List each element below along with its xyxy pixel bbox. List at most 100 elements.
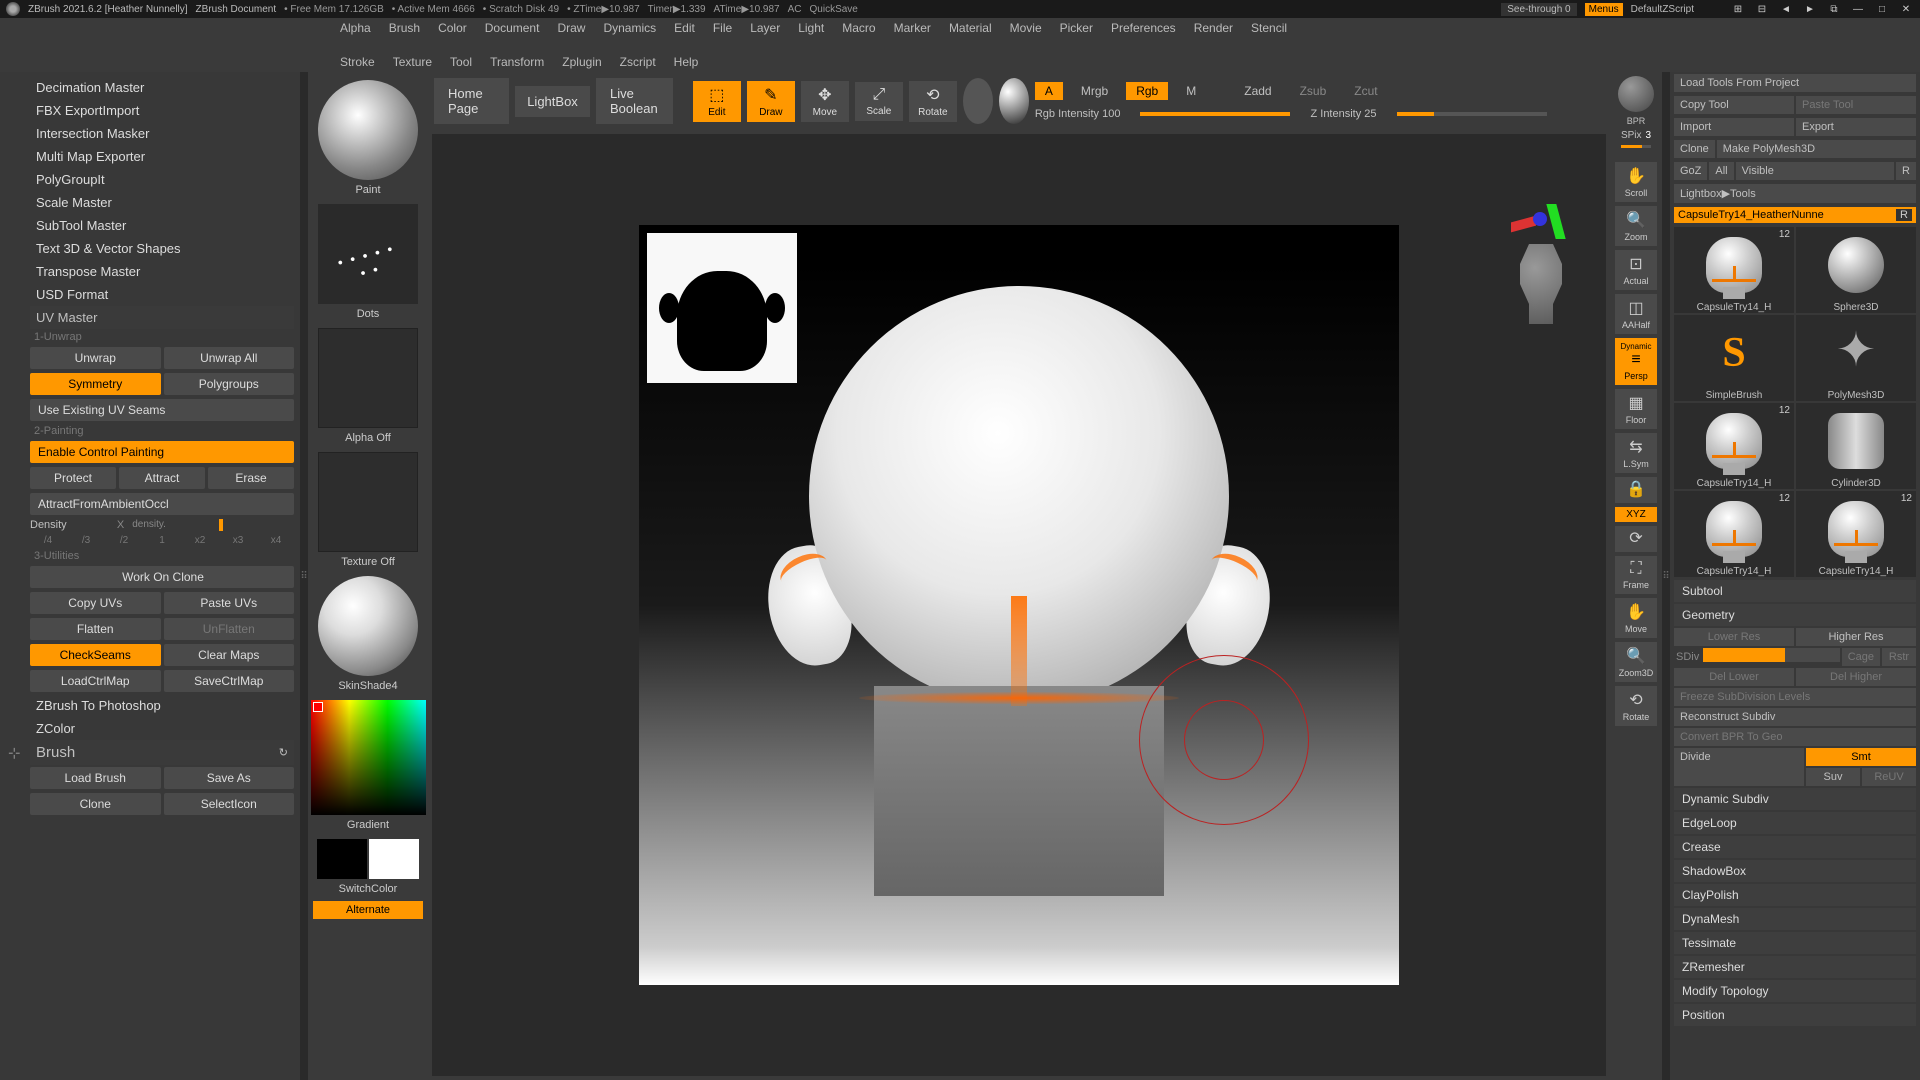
paste-uvs[interactable]: Paste UVs xyxy=(164,592,295,614)
tool-item[interactable]: 12CapsuleTry14_H xyxy=(1796,491,1916,577)
aahalf-button[interactable]: ◫AAHalf xyxy=(1615,294,1657,334)
menu-texture[interactable]: Texture xyxy=(393,55,432,69)
floor-button[interactable]: ▦Floor xyxy=(1615,389,1657,429)
claypolish-section[interactable]: ClayPolish xyxy=(1674,884,1916,906)
color-picker[interactable] xyxy=(311,700,426,815)
unflatten-button[interactable]: UnFlatten xyxy=(164,618,295,640)
load-tools-button[interactable]: Load Tools From Project xyxy=(1674,74,1916,92)
scroll-button[interactable]: ✋Scroll xyxy=(1615,162,1657,202)
navigation-widget[interactable] xyxy=(1496,204,1586,334)
camera-head-icon[interactable] xyxy=(1511,244,1571,324)
layout2-icon[interactable]: ⊟ xyxy=(1754,2,1770,16)
use-existing-seams[interactable]: Use Existing UV Seams xyxy=(30,399,294,421)
home-page-button[interactable]: Home Page xyxy=(434,78,509,124)
density-d2[interactable]: /2 xyxy=(106,533,142,548)
suv-button[interactable]: Suv xyxy=(1806,768,1860,786)
layout-icon[interactable]: ⊞ xyxy=(1730,2,1746,16)
nextlayout-icon[interactable]: ► xyxy=(1802,2,1818,16)
stroke-preview[interactable] xyxy=(318,204,418,304)
reconstruct-subdiv-button[interactable]: Reconstruct Subdiv xyxy=(1674,708,1916,726)
tool-item[interactable]: 12CapsuleTry14_H xyxy=(1674,227,1794,313)
right-resize-handle[interactable] xyxy=(1662,72,1670,1080)
goz-r-button[interactable]: R xyxy=(1896,162,1916,180)
tool-item[interactable]: SimpleBrush xyxy=(1674,315,1794,401)
xyz-button[interactable]: XYZ xyxy=(1615,507,1657,522)
zcolor-plugin[interactable]: ZColor xyxy=(30,717,294,740)
polygroups-button[interactable]: Polygroups xyxy=(164,373,295,395)
enable-control-painting[interactable]: Enable Control Painting xyxy=(30,441,294,463)
secondary-color[interactable] xyxy=(317,839,367,879)
menu-render[interactable]: Render xyxy=(1194,21,1233,35)
menu-help[interactable]: Help xyxy=(674,55,699,69)
clone-brush[interactable]: Clone xyxy=(30,793,161,815)
paste-tool-button[interactable]: Paste Tool xyxy=(1796,96,1916,114)
save-as-brush[interactable]: Save As xyxy=(164,767,295,789)
density-d4[interactable]: /4 xyxy=(30,533,66,548)
plugin-multimap[interactable]: Multi Map Exporter xyxy=(30,145,294,168)
sculptris-button[interactable] xyxy=(999,78,1029,124)
z-intensity-slider[interactable] xyxy=(1397,112,1547,116)
dynamic-subdiv-section[interactable]: Dynamic Subdiv xyxy=(1674,788,1916,810)
zoom3d-button[interactable]: 🔍Zoom3D xyxy=(1615,642,1657,682)
zsub-button[interactable]: Zsub xyxy=(1290,82,1337,100)
menu-picker[interactable]: Picker xyxy=(1060,21,1093,35)
switchcolor-button[interactable]: SwitchColor xyxy=(339,883,398,895)
zremesher-section[interactable]: ZRemesher xyxy=(1674,956,1916,978)
persp-button[interactable]: Dynamic≡Persp xyxy=(1615,338,1657,385)
menu-brush[interactable]: Brush xyxy=(389,21,420,35)
rgb-button[interactable]: Rgb xyxy=(1126,82,1168,100)
rstr-button[interactable]: Rstr xyxy=(1882,648,1916,666)
freeze-subdiv-button[interactable]: Freeze SubDivision Levels xyxy=(1674,688,1916,706)
prevlayout-icon[interactable]: ◄ xyxy=(1778,2,1794,16)
plugin-intersection[interactable]: Intersection Masker xyxy=(30,122,294,145)
copy-tool-button[interactable]: Copy Tool xyxy=(1674,96,1794,114)
quicksave-button[interactable]: QuickSave xyxy=(810,4,858,15)
edgeloop-section[interactable]: EdgeLoop xyxy=(1674,812,1916,834)
rgb-intensity-slider[interactable] xyxy=(1140,112,1290,116)
minimize-icon[interactable]: — xyxy=(1850,2,1866,16)
move3d-button[interactable]: ✋Move xyxy=(1615,598,1657,638)
menu-dynamics[interactable]: Dynamics xyxy=(603,21,656,35)
menu-preferences[interactable]: Preferences xyxy=(1111,21,1176,35)
zadd-button[interactable]: Zadd xyxy=(1234,82,1281,100)
make-polymesh3d-button[interactable]: Make PolyMesh3D xyxy=(1717,140,1916,158)
select-icon[interactable]: SelectIcon xyxy=(164,793,295,815)
menu-draw[interactable]: Draw xyxy=(557,21,585,35)
scale-mode-button[interactable]: ⤢Scale xyxy=(855,82,903,121)
clearmaps-button[interactable]: Clear Maps xyxy=(164,644,295,666)
zbrush-to-photoshop[interactable]: ZBrush To Photoshop xyxy=(30,694,294,717)
lightbox-tools-button[interactable]: Lightbox▶Tools xyxy=(1674,184,1916,203)
frame-button[interactable]: ⛶Frame xyxy=(1615,556,1657,594)
canvas[interactable] xyxy=(639,225,1399,985)
export-button[interactable]: Export xyxy=(1796,118,1916,136)
menu-zplugin[interactable]: Zplugin xyxy=(562,55,601,69)
geometry-section[interactable]: Geometry xyxy=(1674,604,1916,626)
density-x4[interactable]: x4 xyxy=(258,533,294,548)
brush-panel-header[interactable]: ⊹ Brush ↻ xyxy=(30,740,294,765)
move-mode-button[interactable]: ✥Move xyxy=(801,81,849,122)
alternate-button[interactable]: Alternate xyxy=(313,901,423,919)
menu-file[interactable]: File xyxy=(713,21,732,35)
plugin-scalemaster[interactable]: Scale Master xyxy=(30,191,294,214)
expand-icon[interactable]: ⊹ xyxy=(8,744,21,762)
goz-button[interactable]: GoZ xyxy=(1674,162,1707,180)
actual-button[interactable]: ⊡Actual xyxy=(1615,250,1657,290)
copy-uvs[interactable]: Copy UVs xyxy=(30,592,161,614)
tool-item[interactable]: 12CapsuleTry14_H xyxy=(1674,403,1794,489)
close-icon[interactable]: ✕ xyxy=(1898,2,1914,16)
menu-edit[interactable]: Edit xyxy=(674,21,695,35)
texture-slot[interactable] xyxy=(318,452,418,552)
plugin-polygroupit[interactable]: PolyGroupIt xyxy=(30,168,294,191)
zoom-button[interactable]: 🔍Zoom xyxy=(1615,206,1657,246)
gradient-label[interactable]: Gradient xyxy=(347,819,389,831)
alpha-slot[interactable] xyxy=(318,328,418,428)
sdiv-slider[interactable] xyxy=(1703,648,1839,662)
lower-res-button[interactable]: Lower Res xyxy=(1674,628,1794,646)
reuv-button[interactable]: ReUV xyxy=(1862,768,1916,786)
goz-all-button[interactable]: All xyxy=(1709,162,1733,180)
menu-material[interactable]: Material xyxy=(949,21,992,35)
del-lower-button[interactable]: Del Lower xyxy=(1674,668,1794,686)
erase-button[interactable]: Erase xyxy=(208,467,294,489)
cage-button[interactable]: Cage xyxy=(1842,648,1880,666)
crease-section[interactable]: Crease xyxy=(1674,836,1916,858)
